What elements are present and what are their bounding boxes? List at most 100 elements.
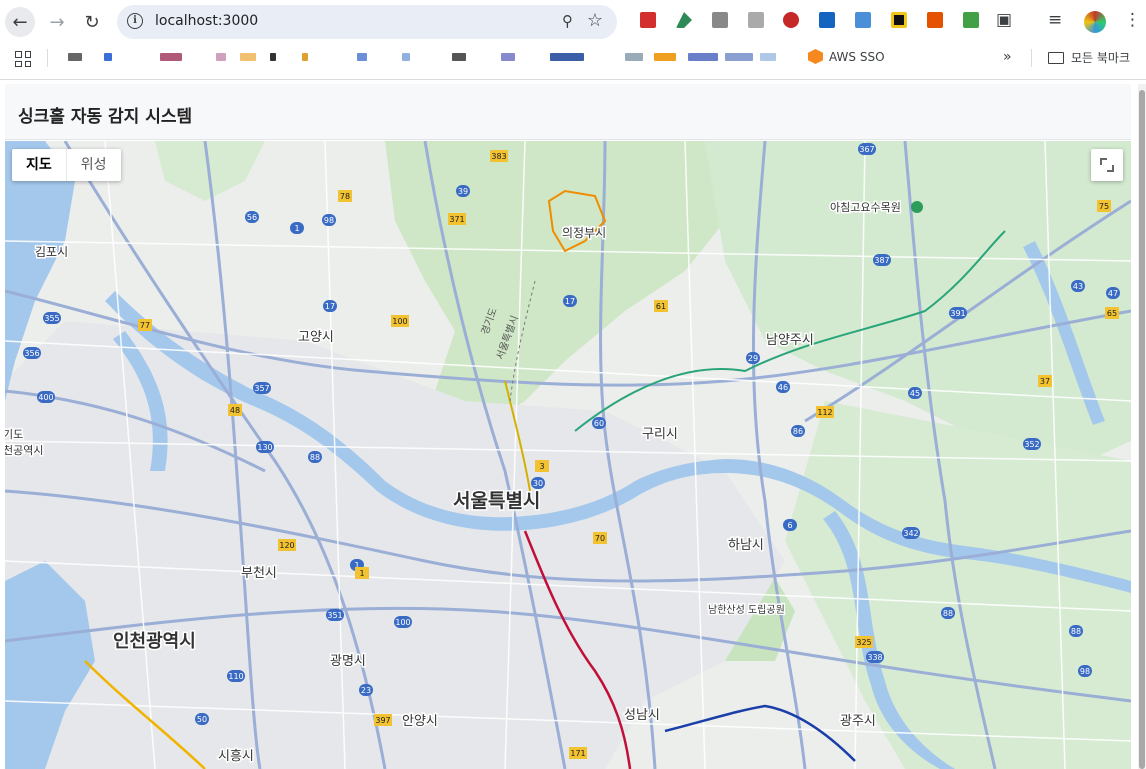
zoom-icon[interactable]: ⚲ <box>562 12 573 30</box>
apps-grid-icon[interactable] <box>15 51 31 67</box>
city-label-gimpo: 김포시 <box>35 245 68 259</box>
back-button[interactable]: ← <box>5 7 35 37</box>
extension-icon[interactable] <box>748 12 764 28</box>
extension-icon[interactable] <box>855 12 871 28</box>
all-bookmarks-folder[interactable]: 모든 북마크 <box>1048 49 1130 66</box>
extension-icon[interactable] <box>783 12 799 28</box>
media-queue-icon[interactable]: ≡ <box>1048 10 1062 30</box>
route-shield-label: 391 <box>950 309 965 318</box>
city-label-goyang: 고양시 <box>298 330 334 345</box>
more-bookmarks-button[interactable]: » <box>1003 49 1012 65</box>
route-shield: 6 <box>783 519 797 531</box>
map-svg[interactable]: 383367397856 98 37111710035535677400357481… <box>5 141 1131 769</box>
extension-icon[interactable] <box>891 12 907 28</box>
route-shield: 29 <box>746 352 760 364</box>
route-shield-label: 400 <box>38 393 53 402</box>
park-icon <box>911 201 923 213</box>
route-shield-label: 61 <box>656 302 666 311</box>
extension-icon[interactable] <box>676 12 692 28</box>
route-shield-label: 65 <box>1107 309 1117 318</box>
city-label-seoul: 서울특별시 <box>453 490 540 512</box>
avatar[interactable] <box>1084 11 1106 33</box>
city-label-gyeonggi: 기도 <box>5 428 23 441</box>
route-shield-label: 356 <box>24 349 39 358</box>
city-label-bucheon: 부천시 <box>241 566 277 581</box>
route-shield: 1 <box>355 567 369 579</box>
bookmark-item[interactable] <box>550 53 584 61</box>
info-icon[interactable]: i <box>127 13 143 29</box>
bookmark-item[interactable] <box>501 53 515 61</box>
fullscreen-button[interactable] <box>1091 149 1123 181</box>
scrollbar-thumb[interactable] <box>1139 90 1145 769</box>
extension-icon[interactable] <box>640 12 656 28</box>
bookmark-item[interactable] <box>688 53 718 61</box>
bookmark-item[interactable] <box>402 53 410 61</box>
route-shield-label: 6 <box>787 521 792 530</box>
aws-sso-bookmark[interactable]: AWS SSO <box>808 49 885 64</box>
route-shield-label: 47 <box>1108 289 1118 298</box>
route-shield-label: 86 <box>793 427 803 436</box>
bookmark-item[interactable] <box>240 53 256 61</box>
route-shield-label: 355 <box>44 314 59 323</box>
route-shield: 48 <box>228 404 242 416</box>
bookmark-item[interactable] <box>760 53 776 61</box>
bookmark-item[interactable] <box>104 53 112 61</box>
bookmark-item[interactable] <box>725 53 753 61</box>
map-type-control: 지도 위성 <box>12 149 121 181</box>
route-shield: 342 <box>902 527 920 539</box>
route-shield: 88 <box>1069 625 1083 637</box>
route-shield: 371 <box>448 213 466 225</box>
kebab-menu-icon[interactable]: ⋮ <box>1124 10 1141 30</box>
bookmark-item[interactable] <box>216 53 226 61</box>
route-shield: 171 <box>569 747 587 759</box>
puzzle-icon[interactable]: ▣ <box>996 10 1012 30</box>
route-shield: 86 <box>791 425 805 437</box>
bookmark-item[interactable] <box>302 53 308 61</box>
route-shield-label: 112 <box>817 408 832 417</box>
bookmark-item[interactable] <box>270 53 276 61</box>
route-shield: 65 <box>1105 307 1119 319</box>
extension-icon[interactable] <box>819 12 835 28</box>
bookmark-item[interactable] <box>160 53 182 61</box>
map-type-satellite-button[interactable]: 위성 <box>67 149 121 181</box>
reload-button[interactable]: ↻ <box>77 7 107 37</box>
bookmark-item[interactable] <box>68 53 82 61</box>
route-shield-label: 383 <box>491 152 506 161</box>
route-shield: 75 <box>1097 200 1111 212</box>
star-icon[interactable]: ☆ <box>587 10 603 31</box>
browser-toolbar: ← → ↻ i localhost:3000 ⚲ ☆ ▣ ≡ ⋮ <box>0 0 1146 44</box>
route-shield-label: 70 <box>595 534 605 543</box>
route-shield: 30 <box>531 477 545 489</box>
map-type-map-button[interactable]: 지도 <box>12 149 67 181</box>
bookmark-item[interactable] <box>625 53 643 61</box>
route-shield-label: 325 <box>856 638 871 647</box>
extension-icon[interactable] <box>927 12 943 28</box>
route-shield: 60 <box>592 417 606 429</box>
route-shield: 37 <box>1038 375 1052 387</box>
route-shield: 78 <box>338 190 352 202</box>
page-scrollbar[interactable] <box>1138 84 1146 769</box>
route-shield-label: 351 <box>327 611 342 620</box>
arrow-left-icon: ← <box>12 11 28 33</box>
extension-icon[interactable] <box>963 12 979 28</box>
map-canvas[interactable]: 383 367 39 78 56 98 371 1 17 100 355 356 77 400 357 48 1… <box>5 141 1131 769</box>
bookmark-item[interactable] <box>654 53 676 61</box>
route-shield-label: 37 <box>1040 377 1050 386</box>
bookmark-item[interactable] <box>452 53 466 61</box>
route-shield-label: 60 <box>594 419 604 428</box>
route-shield-label: 120 <box>279 541 294 550</box>
bookmarks-bar: AWS SSO » 모든 북마크 <box>0 44 1146 72</box>
route-shield-label: 48 <box>230 406 240 415</box>
route-shield: 56 <box>245 211 259 223</box>
address-bar[interactable]: i localhost:3000 ⚲ ☆ <box>117 5 617 39</box>
fullscreen-icon <box>1100 158 1114 172</box>
route-shield: 17 <box>323 300 337 312</box>
extension-icon[interactable] <box>712 12 728 28</box>
forward-button[interactable]: → <box>42 7 72 37</box>
route-shield-label: 1 <box>359 569 364 578</box>
bookmark-item[interactable] <box>357 53 367 61</box>
url-text[interactable]: localhost:3000 <box>155 13 258 29</box>
route-shield-label: 45 <box>910 389 920 398</box>
route-shield-label: 357 <box>254 384 269 393</box>
arrow-right-icon: → <box>49 11 65 33</box>
